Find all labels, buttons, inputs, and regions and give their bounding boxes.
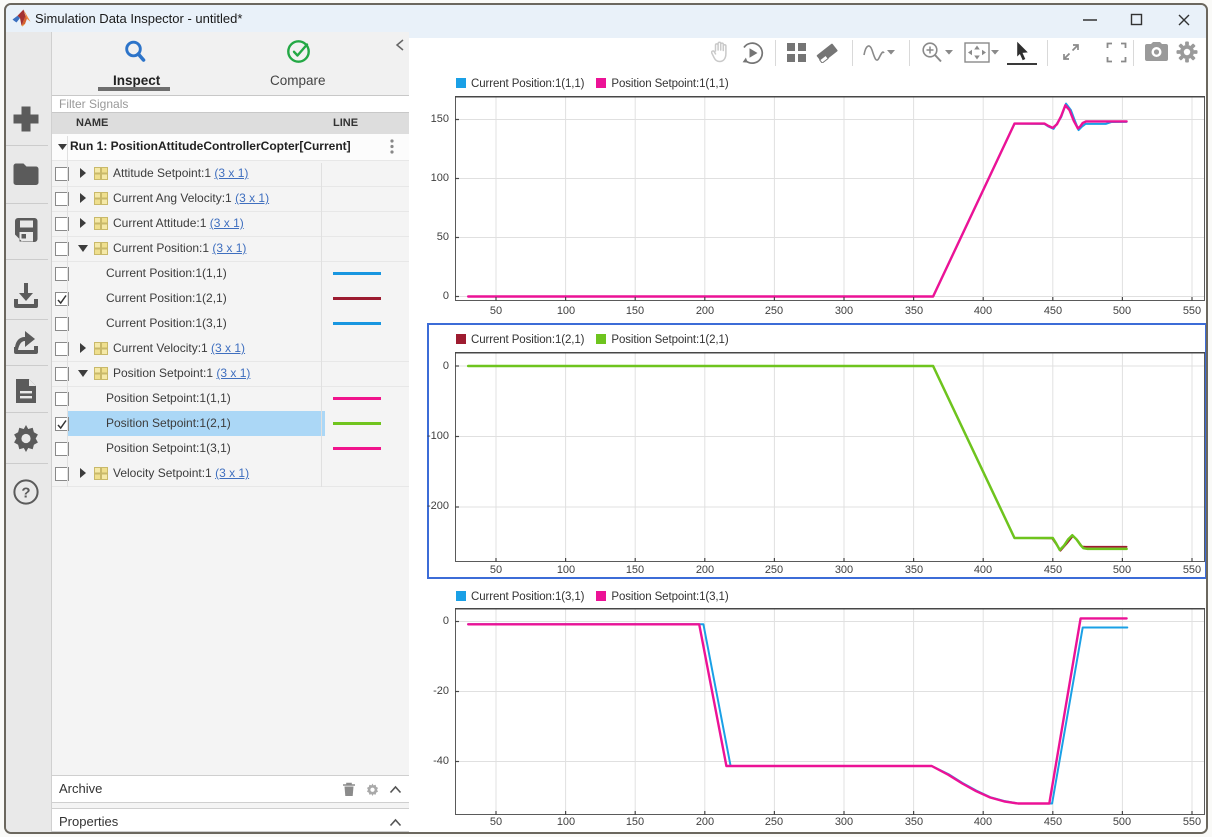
svg-text:?: ? [21, 485, 30, 502]
